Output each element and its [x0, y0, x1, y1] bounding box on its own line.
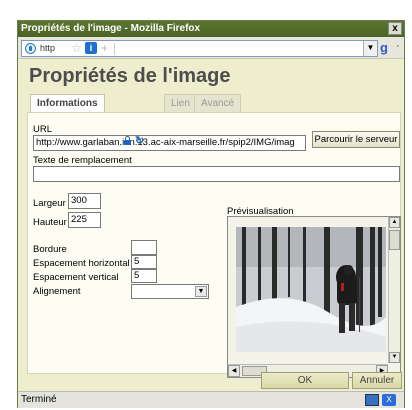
url-separator: [114, 43, 115, 55]
scroll-down-icon[interactable]: ▼: [389, 352, 400, 363]
hspace-input[interactable]: 5: [131, 255, 157, 269]
reset-size-icon[interactable]: ↻: [135, 134, 144, 147]
ok-button[interactable]: OK: [261, 372, 349, 389]
border-input[interactable]: [131, 240, 157, 255]
browse-server-button[interactable]: Parcourir le serveur: [312, 131, 400, 148]
firefox-window: Propriétés de l'image - Mozilla Firefox …: [17, 20, 405, 408]
status-bar: Terminé: [18, 391, 404, 408]
site-favicon-icon: [25, 43, 36, 54]
url-text: http: [40, 43, 56, 53]
chevron-down-icon[interactable]: ▼: [195, 286, 207, 297]
preview-photo: [236, 227, 386, 352]
add-icon[interactable]: +: [101, 41, 108, 55]
site-info-icon[interactable]: i: [85, 42, 97, 54]
vspace-input[interactable]: 5: [131, 269, 157, 283]
google-search-icon[interactable]: g: [380, 40, 388, 55]
url-label: URL: [33, 124, 53, 135]
more-icon[interactable]: ·: [396, 40, 400, 52]
close-icon[interactable]: x: [388, 22, 402, 35]
scroll-left-icon[interactable]: ◀: [228, 365, 240, 377]
window-titlebar: Propriétés de l'image - Mozilla Firefox …: [18, 21, 404, 37]
lock-ratio-icon[interactable]: [124, 136, 131, 145]
bookmark-star-icon[interactable]: ☆: [71, 41, 82, 55]
tab-image-info[interactable]: Informations sur l'image: [30, 94, 105, 126]
align-select[interactable]: ▼: [131, 284, 209, 299]
image-info-panel: URL http://www.garlaban.ien.13.ac-aix-ma…: [27, 112, 401, 378]
alt-text-label: Texte de remplacement: [33, 155, 132, 166]
scroll-thumb[interactable]: [389, 230, 400, 250]
dialog-title: Propriétés de l'image: [29, 65, 231, 87]
height-input[interactable]: 225: [68, 212, 101, 228]
tab-link[interactable]: Lien: [164, 94, 197, 112]
width-label: Largeur: [33, 198, 66, 209]
cancel-button[interactable]: Annuler: [352, 372, 402, 389]
window-title: Propriétés de l'image - Mozilla Firefox: [21, 23, 201, 34]
align-label: Alignement: [33, 286, 81, 297]
height-label: Hauteur: [33, 217, 67, 228]
alt-text-input[interactable]: [33, 166, 400, 182]
url-dropdown-button[interactable]: ▼: [363, 41, 377, 56]
extension-icon[interactable]: X: [382, 394, 396, 406]
tab-advanced[interactable]: Avancé: [194, 94, 242, 112]
image-preview: ▲ ▼ ◀ ▶: [227, 216, 401, 378]
width-input[interactable]: 300: [68, 193, 101, 209]
status-text: Terminé: [21, 394, 57, 405]
url-bar[interactable]: http ☆ i + ▼: [21, 40, 378, 57]
vspace-label: Espacement vertical: [33, 272, 119, 283]
border-label: Bordure: [33, 244, 67, 255]
preview-vertical-scrollbar[interactable]: ▲ ▼: [388, 217, 400, 363]
scroll-up-icon[interactable]: ▲: [389, 217, 400, 228]
hspace-label: Espacement horizontal: [33, 258, 130, 269]
url-input[interactable]: http://www.garlaban.ien.13.ac-aix-marsei…: [33, 135, 306, 151]
navigation-bar: http ☆ i + ▼ g ·: [18, 37, 404, 59]
addon-icon[interactable]: [365, 394, 379, 406]
